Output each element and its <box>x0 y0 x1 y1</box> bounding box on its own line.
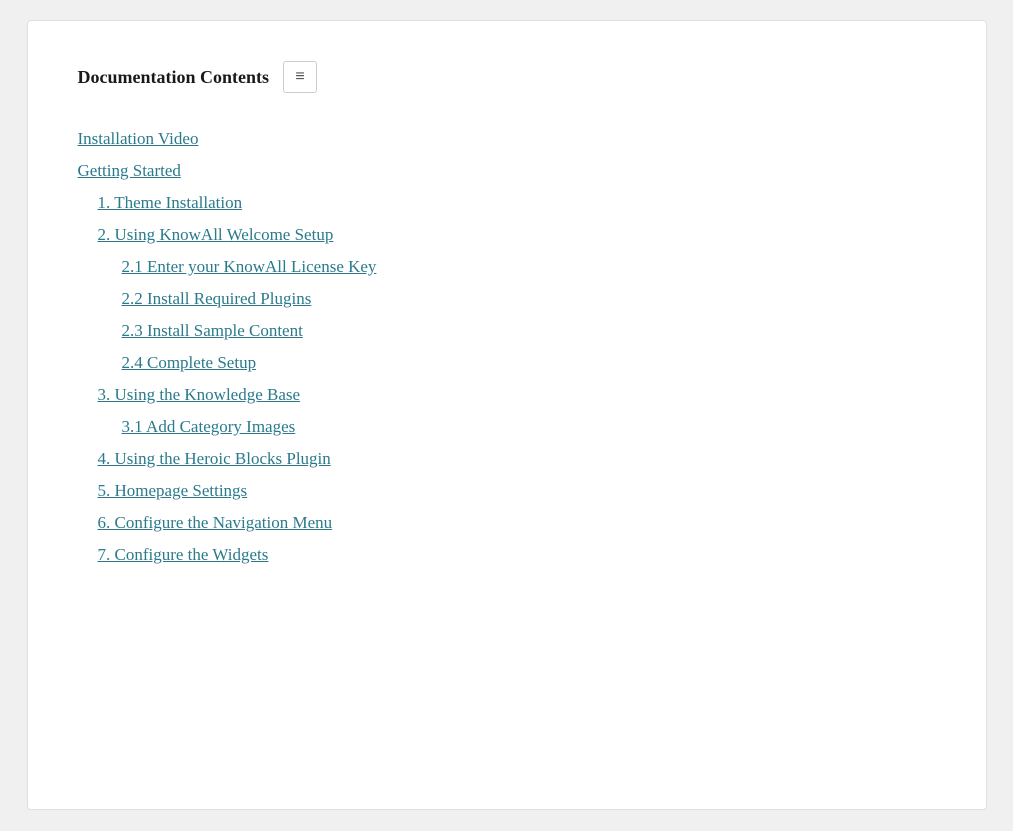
list-item: 3.1 Add Category Images <box>78 411 936 443</box>
toc-link-configure-navigation-menu[interactable]: 6. Configure the Navigation Menu <box>98 513 333 532</box>
toc-link-install-required-plugins[interactable]: 2.2 Install Required Plugins <box>122 289 312 308</box>
toc-link-complete-setup[interactable]: 2.4 Complete Setup <box>122 353 257 372</box>
toc-link-enter-license-key[interactable]: 2.1 Enter your KnowAll License Key <box>122 257 377 276</box>
toc-link-using-knowall-welcome-setup[interactable]: 2. Using KnowAll Welcome Setup <box>98 225 334 244</box>
doc-header: Documentation Contents ≡ <box>78 61 936 93</box>
toc-list: Installation Video Getting Started 1. Them… <box>78 123 936 571</box>
menu-toggle-button[interactable]: ≡ <box>283 61 317 93</box>
list-item: 2.4 Complete Setup <box>78 347 936 379</box>
list-item: 1. Theme Installation <box>78 187 936 219</box>
toc-link-using-heroic-blocks[interactable]: 4. Using the Heroic Blocks Plugin <box>98 449 331 468</box>
documentation-container: Documentation Contents ≡ Installation Vi… <box>27 20 987 810</box>
list-item: 5. Homepage Settings <box>78 475 936 507</box>
menu-icon: ≡ <box>295 69 304 85</box>
toc-link-theme-installation[interactable]: 1. Theme Installation <box>98 193 243 212</box>
list-item: Installation Video <box>78 123 936 155</box>
toc-link-homepage-settings[interactable]: 5. Homepage Settings <box>98 481 248 500</box>
toc-link-using-knowledge-base[interactable]: 3. Using the Knowledge Base <box>98 385 301 404</box>
list-item: 7. Configure the Widgets <box>78 539 936 571</box>
list-item: Getting Started <box>78 155 936 187</box>
list-item: 4. Using the Heroic Blocks Plugin <box>78 443 936 475</box>
list-item: 2.3 Install Sample Content <box>78 315 936 347</box>
list-item: 3. Using the Knowledge Base <box>78 379 936 411</box>
list-item: 2. Using KnowAll Welcome Setup <box>78 219 936 251</box>
doc-title: Documentation Contents <box>78 67 270 88</box>
toc-link-configure-widgets[interactable]: 7. Configure the Widgets <box>98 545 269 564</box>
list-item: 2.1 Enter your KnowAll License Key <box>78 251 936 283</box>
list-item: 6. Configure the Navigation Menu <box>78 507 936 539</box>
toc-link-install-sample-content[interactable]: 2.3 Install Sample Content <box>122 321 303 340</box>
list-item: 2.2 Install Required Plugins <box>78 283 936 315</box>
toc-link-add-category-images[interactable]: 3.1 Add Category Images <box>122 417 296 436</box>
toc-link-installation-video[interactable]: Installation Video <box>78 129 199 148</box>
toc-link-getting-started[interactable]: Getting Started <box>78 161 181 180</box>
